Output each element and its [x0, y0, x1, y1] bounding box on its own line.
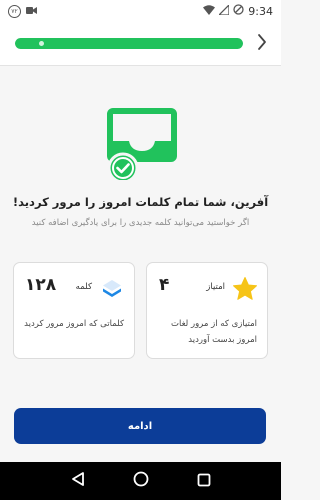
completion-subtitle: اگر خواستید می‌توانید کلمه جدیدی را برای…	[31, 218, 250, 228]
video-camera-icon	[26, 5, 37, 18]
score-card: امتیاز ۴ امتیازی که از مرور لغات امروز ب…	[146, 262, 268, 359]
home-button[interactable]	[129, 469, 153, 493]
next-button[interactable]	[252, 32, 272, 56]
words-description: کلماتی که امروز مرور کردید	[24, 319, 124, 329]
back-triangle-icon	[71, 471, 85, 491]
score-value: ۴	[159, 275, 170, 295]
battery-icon	[233, 4, 244, 18]
inbox-check-icon	[107, 108, 177, 184]
words-card: کلمه ۱۲۸ کلماتی که امروز مرور کردید	[13, 262, 135, 359]
chevron-right-icon	[257, 33, 267, 55]
home-circle-icon	[133, 471, 149, 491]
notification-badge: ۷۲	[8, 4, 21, 18]
status-left: ۷۲	[8, 4, 37, 18]
wifi-icon	[203, 4, 216, 18]
clock: 9:34	[248, 4, 273, 18]
no-sim-icon	[217, 2, 230, 18]
main-content: آفرین، شما تمام کلمات امروز را مرور کردی…	[0, 67, 281, 462]
completion-title: آفرین، شما تمام کلمات امروز را مرور کردی…	[12, 195, 269, 209]
score-description: امتیازی که از مرور لغات امروز بدست آوردی…	[170, 319, 257, 345]
continue-button[interactable]: ادامه	[14, 408, 266, 444]
status-right: 9:34	[203, 2, 273, 18]
status-bar: ۷۲ 9:34	[0, 0, 281, 22]
recents-square-icon	[197, 472, 211, 491]
layers-icon	[99, 276, 125, 302]
recents-button[interactable]	[192, 469, 216, 493]
progress-fill	[15, 38, 243, 49]
star-icon	[232, 276, 258, 302]
words-label: کلمه	[75, 282, 92, 292]
progress-bar	[15, 38, 243, 49]
navigation-bar	[0, 462, 281, 500]
progress-header	[0, 22, 281, 66]
back-button[interactable]	[66, 469, 90, 493]
score-label: امتیاز	[206, 282, 225, 292]
words-value: ۱۲۸	[25, 275, 57, 295]
progress-highlight	[39, 41, 44, 46]
